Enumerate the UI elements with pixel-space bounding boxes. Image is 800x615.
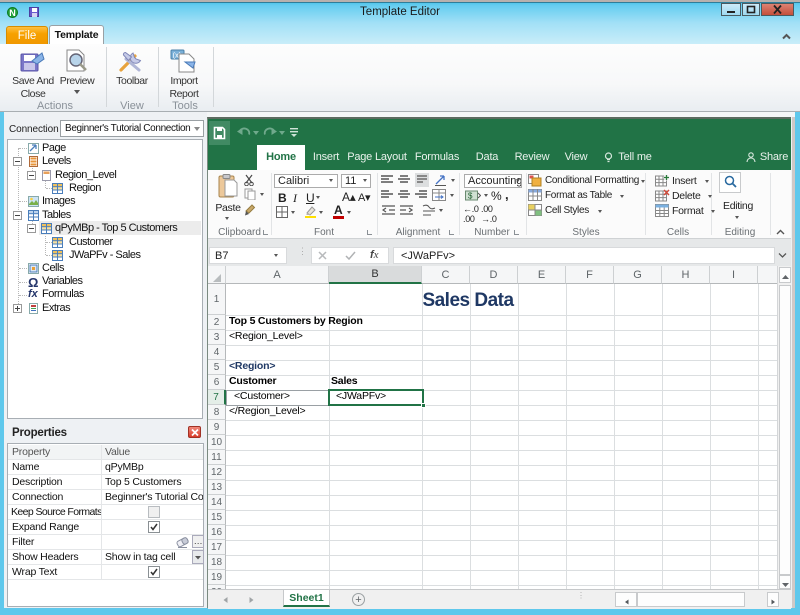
svg-text:$: $ (468, 192, 473, 201)
